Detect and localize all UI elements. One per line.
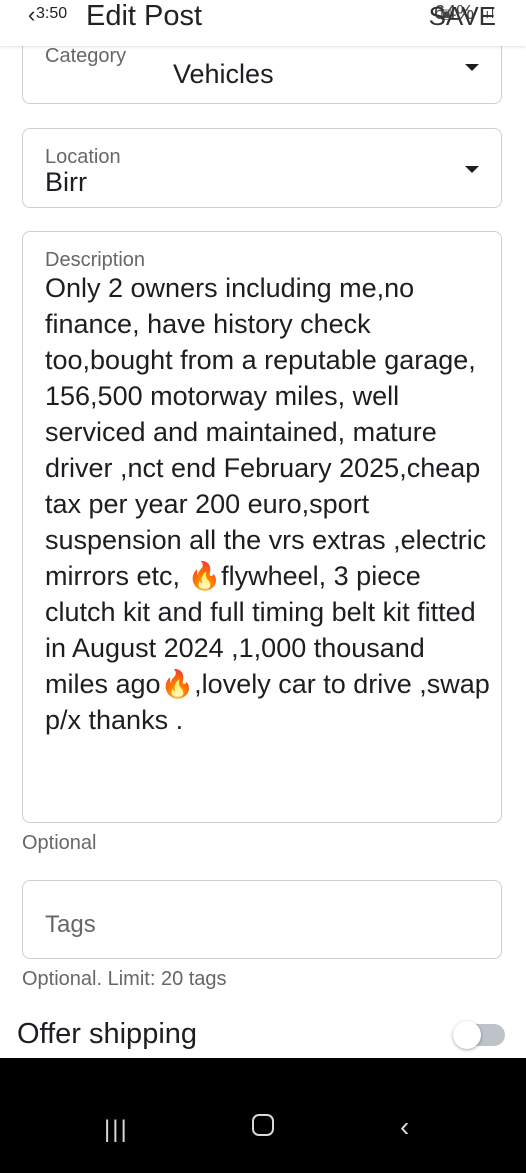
location-select[interactable]: Location Birr — [22, 128, 502, 208]
category-label: Category — [45, 45, 127, 67]
recents-icon[interactable]: ||| — [104, 1116, 129, 1144]
offer-shipping-label: Offer shipping — [17, 1018, 198, 1050]
save-button[interactable]: SAVE — [429, 1, 496, 32]
tags-helper: Optional. Limit: 20 tags — [22, 968, 227, 990]
location-label: Location — [45, 146, 121, 168]
description-field[interactable]: Description Only 2 owners including me,n… — [22, 231, 502, 823]
home-icon[interactable] — [252, 1114, 274, 1136]
toggle-knob — [453, 1021, 481, 1049]
category-value: Vehicles — [173, 59, 274, 89]
status-time: 3:50 — [36, 5, 68, 22]
back-icon[interactable]: ‹ — [28, 2, 35, 28]
tags-placeholder: Tags — [45, 911, 96, 938]
chevron-down-icon — [465, 64, 479, 71]
location-value: Birr — [45, 167, 87, 197]
tags-input[interactable]: Tags — [22, 880, 502, 959]
chevron-down-icon — [465, 166, 479, 173]
page-title: Edit Post — [86, 0, 203, 32]
system-nav-bar: ||| ‹ — [0, 1058, 526, 1173]
offer-shipping-toggle[interactable] — [453, 1021, 505, 1049]
description-helper: Optional — [22, 832, 97, 854]
top-bar: ‹ 3:50 Edit Post ▣ ⌔ .ıl 64% SAVE — [0, 0, 526, 46]
description-text[interactable]: Only 2 owners including me,no finance, h… — [45, 270, 490, 738]
description-label: Description — [45, 249, 146, 271]
back-nav-icon[interactable]: ‹ — [400, 1111, 409, 1143]
